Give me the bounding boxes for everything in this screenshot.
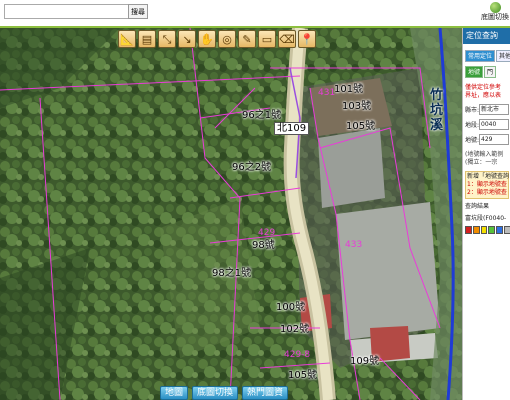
parcel-label: 109號	[350, 356, 380, 367]
notice-text: 僅供定位參考 界址，應以表	[465, 84, 502, 99]
land-number-input[interactable]: 429	[479, 134, 509, 145]
color-swatch[interactable]	[504, 226, 510, 234]
rectangle-icon[interactable]: ▭	[258, 30, 276, 48]
resize-icon[interactable]: ⤡	[158, 30, 176, 48]
river-label: 竹坑溪	[430, 88, 444, 133]
parcel-number-label: 431	[318, 88, 336, 98]
parcel-label: 98之1號	[212, 268, 252, 279]
basemap-switch-button[interactable]: 底圖切換	[480, 2, 510, 22]
query-result-item[interactable]: 富坑段(F0040-	[465, 215, 510, 223]
parcel-number-label: 429-8	[284, 350, 311, 360]
color-swatch[interactable]	[472, 226, 480, 234]
bottom-toolbar: 地圖 底圖切換 熱門圖資	[160, 386, 289, 400]
layers-icon[interactable]: ▤	[138, 30, 156, 48]
county-select[interactable]: 新北市	[479, 104, 509, 115]
parcel-label: 96之2號	[232, 162, 272, 173]
result-label: 查詢結果	[465, 203, 490, 210]
panel-tabs: 常用定位 其他	[463, 50, 510, 62]
map-view[interactable]: 101號 103號 105號 96之1號 96之2號 98號 98之1號 100…	[0, 28, 462, 400]
input-hint: (地號輸入範例 (獨立：一宗	[465, 151, 504, 166]
location-query-panel: 定位查詢 常用定位 其他 地號 門 僅供定位參考 界址，應以表 縣市: 新北市 …	[462, 28, 510, 400]
ruler-icon[interactable]: 📐	[118, 30, 136, 48]
tab-other[interactable]: 其他	[496, 50, 510, 62]
hand-pan-icon[interactable]: ✋	[198, 30, 216, 48]
parcel-number-label: 433	[345, 240, 363, 250]
top-bar: 搜尋 底圖切換	[0, 0, 510, 28]
parcel-label: 98號	[252, 240, 275, 251]
color-swatch[interactable]	[496, 226, 504, 234]
globe-icon	[489, 2, 501, 13]
target-icon[interactable]: ◎	[218, 30, 236, 48]
parcel-label: 105號	[346, 121, 376, 132]
subtab-land-number[interactable]: 地號	[465, 66, 484, 78]
location-pin-icon[interactable]: 📍	[298, 30, 316, 48]
arrow-icon[interactable]: ↘	[178, 30, 196, 48]
aerial-imagery	[0, 28, 462, 400]
map-button[interactable]: 地圖	[160, 386, 189, 400]
basemap-switch-bottom-button[interactable]: 底圖切換	[192, 386, 239, 400]
section-field: 地段: 0040	[465, 119, 510, 130]
panel-subtabs: 地號 門	[463, 66, 510, 78]
map-toolbar: 📐 ▤ ⤡ ↘ ✋ ◎ ✎ ▭ ⌫ 📍	[118, 30, 316, 48]
road-label: 北109	[274, 122, 310, 135]
county-field: 縣市: 新北市	[465, 104, 510, 115]
color-swatch[interactable]	[488, 226, 496, 234]
land-number-field: 地號: 429	[465, 134, 510, 145]
color-swatch[interactable]	[480, 226, 488, 234]
section-input[interactable]: 0040	[479, 119, 509, 130]
basemap-switch-label: 底圖切換	[481, 13, 509, 21]
panel-title: 定位查詢	[463, 28, 510, 44]
parcel-label: 102號	[280, 324, 310, 335]
color-swatch[interactable]	[465, 226, 472, 234]
eraser-icon[interactable]: ⌫	[278, 30, 296, 48]
pen-line-icon[interactable]: ✎	[238, 30, 256, 48]
popular-layers-button[interactable]: 熱門圖資	[242, 386, 289, 400]
search-button[interactable]: 搜尋	[128, 4, 148, 19]
help-box: 新增「地號查詢 1：顯示地號查 2：顯示地號查	[465, 171, 509, 199]
subtab-door-number[interactable]: 門	[484, 66, 497, 78]
parcel-label: 101號	[334, 84, 364, 95]
parcel-label: 105號	[288, 370, 318, 381]
search-input[interactable]	[4, 4, 130, 19]
parcel-label: 96之1號	[242, 110, 282, 121]
tab-common-location[interactable]: 常用定位	[465, 50, 496, 62]
color-swatches	[465, 226, 510, 234]
parcel-label: 103號	[342, 101, 372, 112]
parcel-number-label: 429	[258, 228, 276, 238]
parcel-label: 100號	[276, 302, 306, 313]
